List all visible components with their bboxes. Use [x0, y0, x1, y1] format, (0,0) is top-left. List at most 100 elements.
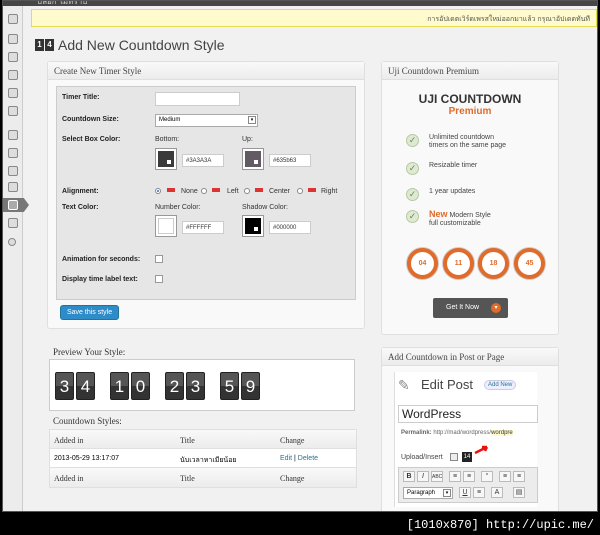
column-footer: Change — [280, 474, 305, 483]
paragraph-selected: Paragraph — [407, 490, 436, 496]
align-left-icon[interactable]: ≡ — [499, 471, 511, 482]
align-left-radio[interactable] — [201, 188, 207, 194]
admin-site-name[interactable]: บล็อก ไม่ทราบ — [37, 1, 87, 8]
animation-label: Animation for seconds: — [62, 256, 141, 263]
feature-text: 1 year updates — [429, 188, 476, 195]
logo-digit: 4 — [45, 39, 54, 51]
feature-text: New Modern Style full customizable — [429, 210, 491, 228]
editor-toolbar: B I ABC ≡ ≡ “ ≡ ≡ Paragraph ▾ U ≡ A ▤ — [398, 467, 538, 503]
paragraph-select[interactable]: Paragraph ▾ — [403, 487, 453, 499]
admin-sidebar — [3, 6, 29, 511]
column-footer: Title — [180, 474, 195, 483]
browser-frame: บล็อก ไม่ทราบ การอัปเดตเวิร์ดเพรสใหม่ออก… — [2, 0, 598, 512]
preview-digit: 3 — [55, 372, 74, 400]
bottom-color-swatch[interactable] — [155, 148, 177, 170]
up-color-swatch[interactable] — [242, 148, 264, 170]
column-header: Added in — [54, 436, 84, 445]
save-style-button[interactable]: Save this style — [60, 305, 120, 320]
links-icon[interactable] — [8, 70, 18, 80]
countdown-size-select[interactable]: Medium ▾ — [155, 114, 258, 127]
plugins-icon[interactable] — [8, 148, 18, 158]
post-title-input[interactable]: WordPress — [398, 405, 538, 423]
chevron-down-icon: ▾ — [443, 489, 451, 497]
users-icon[interactable] — [8, 166, 18, 176]
row-title: นับเวลาหาเมียน้อย — [180, 457, 237, 464]
align-right-label: Right — [321, 188, 338, 195]
dashboard-icon[interactable] — [8, 14, 18, 24]
align-left-icon — [212, 188, 220, 192]
upload-label: Upload/Insert — [401, 454, 443, 461]
timer-title-input[interactable] — [155, 92, 240, 106]
countdown-ring: 45 — [514, 248, 545, 279]
update-notice[interactable]: การอัปเดตเวิร์ดเพรสใหม่ออกมาแล้ว กรุณาอั… — [31, 9, 597, 27]
tools-icon[interactable] — [8, 182, 18, 192]
preview-digit: 2 — [165, 372, 184, 400]
premium-panel: Uji Countdown Premium UJI COUNTDOWN Prem… — [381, 61, 559, 335]
bold-icon[interactable]: B — [403, 471, 415, 482]
bottom-color-input[interactable]: #3A3A3A — [182, 154, 224, 167]
edit-link[interactable]: Edit — [280, 455, 292, 462]
table-footer: Added in Title Change — [50, 468, 356, 487]
get-it-now-label: Get It Now — [446, 304, 480, 311]
countdown-ring: 11 — [443, 248, 474, 279]
pin-icon[interactable] — [8, 34, 18, 44]
panel-heading: Uji Countdown Premium — [382, 62, 558, 80]
media-icon[interactable] — [8, 52, 18, 62]
preview-digit: 9 — [241, 372, 260, 400]
align-right-radio[interactable] — [297, 188, 303, 194]
underline-icon[interactable]: U — [459, 487, 471, 498]
number-color-input[interactable]: #FFFFFF — [182, 221, 224, 234]
preview-box: 3 4 1 0 2 3 5 9 — [49, 359, 355, 411]
blockquote-icon[interactable]: “ — [481, 471, 493, 482]
bullet-list-icon[interactable]: ≡ — [449, 471, 461, 482]
countdown-size-label: Countdown Size: — [62, 116, 119, 123]
shadow-color-input[interactable]: #000000 — [269, 221, 311, 234]
column-header: Title — [180, 436, 195, 445]
align-center-radio[interactable] — [244, 188, 250, 194]
delete-link[interactable]: Delete — [298, 455, 318, 462]
countdown-ring: 04 — [407, 248, 438, 279]
numbered-list-icon[interactable]: ≡ — [463, 471, 475, 482]
comments-icon[interactable] — [8, 106, 18, 116]
row-added: 2013-05-29 13:17:07 — [54, 455, 119, 462]
new-badge: New — [429, 209, 448, 219]
timer-title-label: Timer Title: — [62, 94, 100, 101]
number-color-swatch[interactable] — [155, 215, 177, 237]
text-color-icon[interactable]: A — [491, 487, 503, 498]
feature-line: full customizable — [429, 220, 481, 227]
countdown-insert-icon[interactable]: 14 — [462, 452, 472, 462]
timer-form: Timer Title: Countdown Size: Medium ▾ Se… — [56, 86, 356, 300]
appearance-icon[interactable] — [8, 130, 18, 140]
animation-checkbox[interactable] — [155, 255, 163, 263]
shadow-color-swatch[interactable] — [242, 215, 264, 237]
media-icon[interactable] — [450, 453, 458, 461]
settings-icon[interactable] — [8, 218, 18, 228]
up-color-input[interactable]: #635b63 — [269, 154, 311, 167]
table-row: 2013-05-29 13:17:07 นับเวลาหาเมียน้อย Ed… — [50, 449, 356, 468]
permalink-slug[interactable]: wordpre — [491, 430, 513, 436]
align-left-label: Left — [227, 188, 239, 195]
feature-item: ✓ 1 year updates — [406, 188, 475, 201]
alignment-label: Alignment: — [62, 188, 99, 195]
align-center-icon[interactable]: ≡ — [513, 471, 525, 482]
add-new-button[interactable]: Add New — [484, 380, 517, 390]
get-it-now-button[interactable]: Get It Now ▾ — [433, 298, 508, 318]
pages-icon[interactable] — [8, 88, 18, 98]
align-none-icon — [167, 188, 175, 192]
pin-icon: ✎ — [398, 377, 410, 393]
paste-icon[interactable]: ▤ — [513, 487, 525, 498]
chevron-down-icon: ▾ — [248, 116, 256, 124]
italic-icon[interactable]: I — [417, 471, 429, 482]
strikethrough-icon[interactable]: ABC — [431, 471, 443, 482]
watermark: [1010x870] http://upic.me/ — [406, 518, 594, 532]
time-label-checkbox[interactable] — [155, 275, 163, 283]
justify-icon[interactable]: ≡ — [473, 487, 485, 498]
countdown-menu-item[interactable] — [3, 198, 29, 212]
permalink-url[interactable]: http://mad/wordpress/ — [433, 430, 491, 436]
preview-digit: 0 — [131, 372, 150, 400]
feature-item: ✓ Unlimited countdown timers on the same … — [406, 134, 506, 150]
size-selected: Medium — [159, 117, 181, 123]
align-none-radio[interactable] — [155, 188, 161, 194]
collapse-icon[interactable] — [8, 238, 16, 246]
preview-digit: 1 — [110, 372, 129, 400]
